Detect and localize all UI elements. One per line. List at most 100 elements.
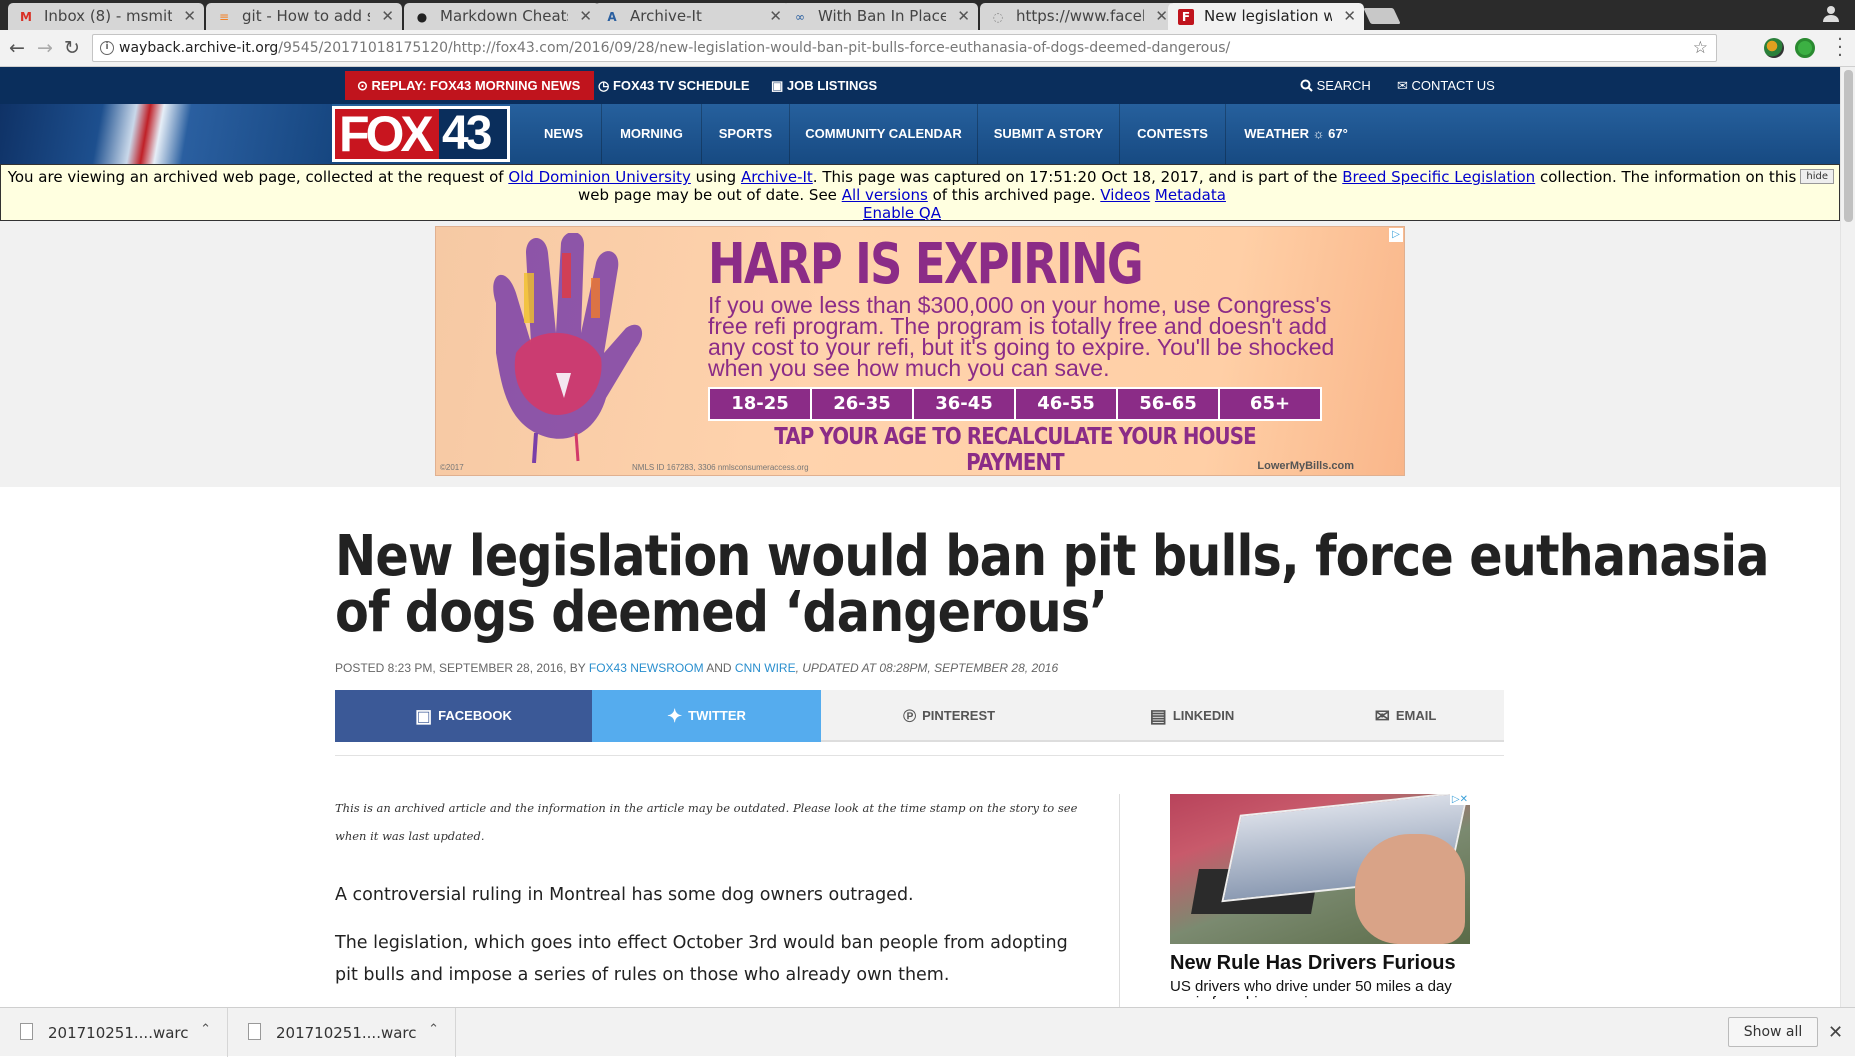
github-icon: ● xyxy=(416,10,428,24)
side-ad-title[interactable]: New Rule Has Drivers Furious xyxy=(1170,952,1470,975)
email-icon: ✉ xyxy=(1374,706,1390,726)
share-linkedin-button[interactable]: ▤ LINKEDIN xyxy=(1077,690,1307,742)
ad-body-text: If you owe less than $300,000 on your ho… xyxy=(708,292,1335,381)
nav-contests[interactable]: CONTESTS xyxy=(1120,104,1226,164)
hide-banner-button[interactable]: hide xyxy=(1800,169,1834,184)
browser-tab-with-ban[interactable]: ∞ With Ban In Place, I ✕ xyxy=(782,3,978,30)
share-facebook-button[interactable]: ▣ FACEBOOK xyxy=(335,690,592,742)
download-filename: 201710251....warc xyxy=(48,1024,189,1042)
browser-tab-github[interactable]: ● Markdown Cheatsh ✕ xyxy=(404,3,600,30)
reload-icon[interactable]: ↻ xyxy=(61,37,83,59)
download-item[interactable]: 201710251....warc ⌃ xyxy=(228,1008,456,1057)
all-versions-link[interactable]: All versions xyxy=(842,186,928,204)
collection-link[interactable]: Breed Specific Legislation xyxy=(1342,168,1535,186)
browser-tab-stackoverflow[interactable]: ≡ git - How to add sc ✕ xyxy=(206,3,402,30)
paint-handprint-image xyxy=(493,233,643,463)
contact-us-link[interactable]: ✉ CONTACT US xyxy=(1397,78,1495,94)
side-ad-image[interactable]: ▷✕ xyxy=(1170,794,1470,944)
pinterest-icon: ℗ xyxy=(902,706,917,726)
tv-schedule-link[interactable]: ◷ FOX43 TV SCHEDULE xyxy=(598,78,750,94)
close-icon[interactable]: ✕ xyxy=(381,7,394,25)
updated-date: , UPDATED AT 08:28PM, SEPTEMBER 28, 2016 xyxy=(795,661,1059,675)
article-body: This is an archived article and the info… xyxy=(335,794,1095,991)
url-path: /9545/20171018175120/http://fox43.com/20… xyxy=(278,40,1231,56)
harp-advertisement[interactable]: HARP IS EXPIRING If you owe less than $3… xyxy=(435,226,1405,476)
column-divider xyxy=(1119,794,1120,1007)
stackoverflow-icon: ≡ xyxy=(218,10,230,24)
share-label: PINTEREST xyxy=(922,708,996,723)
age-button[interactable]: 65+ xyxy=(1220,389,1320,419)
archive-it-link[interactable]: Archive-It xyxy=(741,168,813,186)
author-link[interactable]: FOX43 NEWSROOM xyxy=(589,661,704,675)
scrollbar-thumb[interactable] xyxy=(1844,70,1853,222)
address-bar[interactable]: i wayback.archive-it.org/9545/2017101817… xyxy=(92,34,1717,62)
back-arrow-icon[interactable]: ← xyxy=(6,37,28,59)
headline-line: New legislation would ban pit bulls, for… xyxy=(335,524,1769,589)
close-icon[interactable]: ✕ xyxy=(579,7,592,25)
profile-icon[interactable] xyxy=(1821,4,1841,24)
share-twitter-button[interactable]: ✦ TWITTER xyxy=(592,690,821,742)
browser-tab-archive-it[interactable]: A Archive-It ✕ xyxy=(594,3,790,30)
logo-fox-text: FOX xyxy=(335,109,439,159)
videos-link[interactable]: Videos xyxy=(1100,186,1150,204)
browser-toolbar: ← → ↻ i wayback.archive-it.org/9545/2017… xyxy=(0,30,1855,67)
show-all-downloads-button[interactable]: Show all xyxy=(1728,1017,1818,1047)
author-link[interactable]: CNN WIRE xyxy=(735,661,796,675)
info-icon[interactable]: i xyxy=(100,41,114,55)
nav-morning[interactable]: MORNING xyxy=(602,104,702,164)
bookmark-star-icon[interactable]: ☆ xyxy=(1693,38,1708,58)
adchoices-icon[interactable]: ▷✕ xyxy=(1449,794,1470,805)
close-icon[interactable]: ✕ xyxy=(769,7,782,25)
age-button[interactable]: 26-35 xyxy=(812,389,914,419)
fox43-logo[interactable]: FOX 43 xyxy=(332,106,510,162)
posted-date: POSTED 8:23 PM, SEPTEMBER 28, 2016, BY xyxy=(335,661,589,675)
search-link[interactable]: SEARCH xyxy=(1300,78,1371,93)
enable-qa-link[interactable]: Enable QA xyxy=(863,204,941,222)
search-icon xyxy=(1300,78,1317,93)
download-item[interactable]: 201710251....warc ⌃ xyxy=(0,1008,228,1057)
browser-tab-gmail[interactable]: M Inbox (8) - msmit21 ✕ xyxy=(8,3,204,30)
share-email-button[interactable]: ✉ EMAIL xyxy=(1307,690,1504,742)
nav-weather[interactable]: WEATHER ☼ 67° xyxy=(1226,104,1366,164)
new-tab-button[interactable] xyxy=(1363,8,1401,24)
close-icon[interactable]: ✕ xyxy=(1828,1022,1843,1043)
job-listings-link[interactable]: ▣ JOB LISTINGS xyxy=(771,78,877,94)
ad-call-to-action[interactable]: TAP YOUR AGE TO RECALCULATE YOUR HOUSE P… xyxy=(751,424,1279,475)
tab-title: Inbox (8) - msmit21 xyxy=(44,7,172,25)
odu-link[interactable]: Old Dominion University xyxy=(508,168,691,186)
age-button[interactable]: 36-45 xyxy=(914,389,1016,419)
share-pinterest-button[interactable]: ℗ PINTEREST xyxy=(821,690,1077,742)
share-label: FACEBOOK xyxy=(438,708,512,723)
chevron-up-icon[interactable]: ⌃ xyxy=(200,1022,211,1037)
tab-title: Markdown Cheatsh xyxy=(440,7,568,25)
web-page: ⊙ REPLAY: FOX43 MORNING NEWS ◷ FOX43 TV … xyxy=(0,67,1840,1007)
adchoices-icon[interactable]: ▷ xyxy=(1389,228,1403,242)
ad-headline: HARP IS EXPIRING xyxy=(708,232,1144,297)
browser-tab-facebook-url[interactable]: ◌ https://www.faceb ✕ xyxy=(980,3,1176,30)
page-scrollbar[interactable] xyxy=(1840,67,1855,1007)
archive-it-icon: A xyxy=(607,10,617,24)
refresh-extension-icon[interactable] xyxy=(1795,38,1815,58)
age-button[interactable]: 18-25 xyxy=(710,389,812,419)
browser-tab-fox43-active[interactable]: F New legislation wo ✕ xyxy=(1168,3,1364,30)
close-icon[interactable]: ✕ xyxy=(1155,7,1168,25)
sidebar-advertisement[interactable]: ▷✕ New Rule Has Drivers Furious US drive… xyxy=(1170,794,1470,999)
extension-icon[interactable] xyxy=(1764,38,1784,58)
nav-sports[interactable]: SPORTS xyxy=(702,104,790,164)
browser-menu-icon[interactable]: · · · xyxy=(1835,31,1845,65)
close-icon[interactable]: ✕ xyxy=(957,7,970,25)
chevron-up-icon[interactable]: ⌃ xyxy=(428,1022,439,1037)
age-button[interactable]: 56-65 xyxy=(1118,389,1220,419)
forward-arrow-icon[interactable]: → xyxy=(34,37,56,59)
nav-submit-a-story[interactable]: SUBMIT A STORY xyxy=(978,104,1120,164)
close-icon[interactable]: ✕ xyxy=(1343,7,1356,25)
metadata-link[interactable]: Metadata xyxy=(1155,186,1226,204)
close-icon[interactable]: ✕ xyxy=(183,7,196,25)
nav-news[interactable]: NEWS xyxy=(526,104,602,164)
hand-graphic xyxy=(1355,834,1465,944)
age-button[interactable]: 46-55 xyxy=(1016,389,1118,419)
replay-button[interactable]: ⊙ REPLAY: FOX43 MORNING NEWS xyxy=(345,71,595,100)
banner-text: . This page was captured on 17:51:20 Oct… xyxy=(812,168,1343,186)
nav-community-calendar[interactable]: COMMUNITY CALENDAR xyxy=(790,104,978,164)
twitter-icon: ✦ xyxy=(667,706,683,726)
